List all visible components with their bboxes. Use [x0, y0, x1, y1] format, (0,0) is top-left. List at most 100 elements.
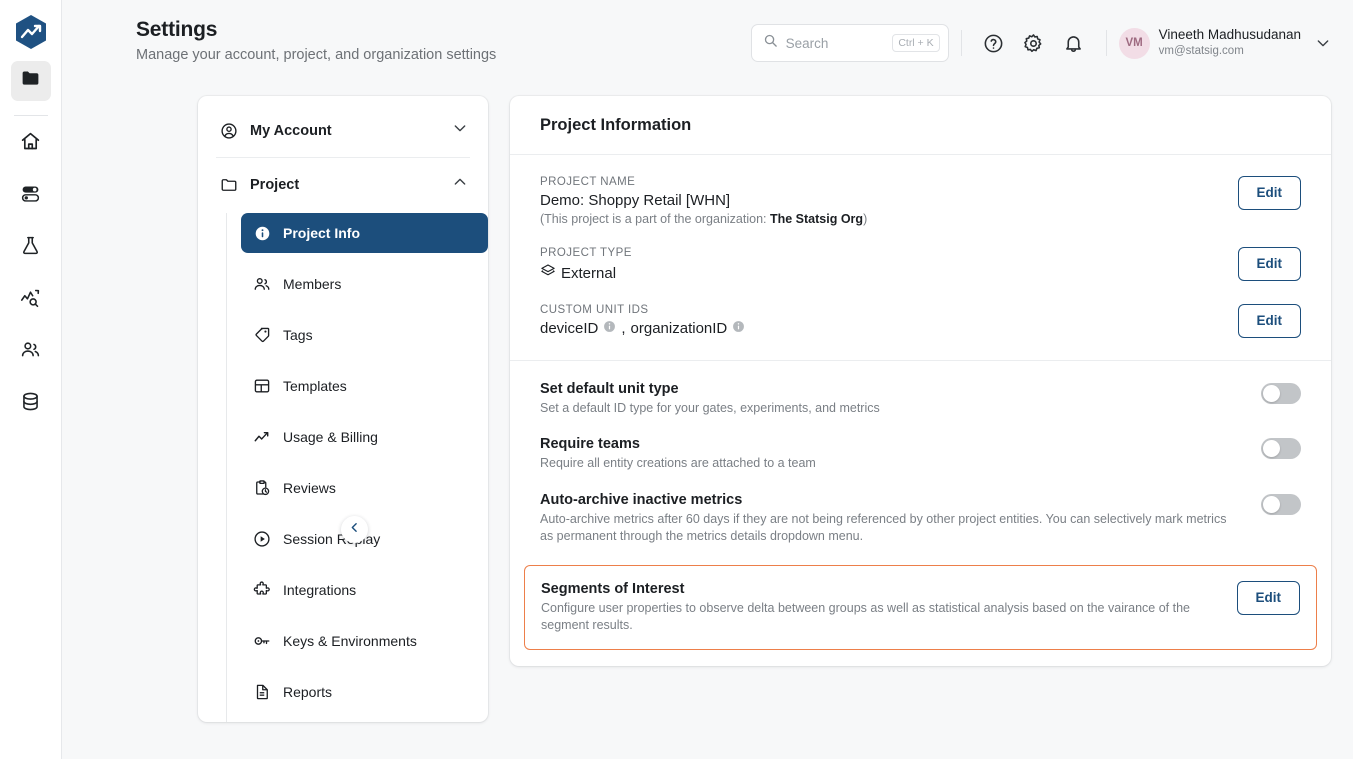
search-shortcut-badge: Ctrl + K [892, 34, 940, 52]
project-information-card: Project Information PROJECT NAME Demo: S… [510, 96, 1331, 666]
header-titles: Settings Manage your account, project, a… [136, 18, 751, 63]
rail-nav-group [11, 124, 51, 424]
sidebar-item-label: Reports [283, 684, 333, 700]
header-actions: Search Ctrl + K VM Vineeth Madhusudanan [750, 18, 1331, 62]
main-column: Settings Manage your account, project, a… [62, 0, 1353, 759]
edit-segments-of-interest-button[interactable]: Edit [1236, 581, 1300, 615]
sidebar-item-label: Project Info [283, 225, 361, 241]
info-filled-icon[interactable] [732, 320, 745, 337]
user-info[interactable]: Vineeth Madhusudanan vm@statsig.com [1159, 27, 1301, 58]
setting-row-segments-of-interest: Segments of Interest Configure user prop… [524, 565, 1317, 650]
sidebar-item-label: Tags [283, 327, 313, 343]
sidebar-item-integrations[interactable]: Integrations [241, 570, 488, 610]
people-icon [253, 275, 271, 293]
user-name: Vineeth Madhusudanan [1158, 27, 1301, 43]
sidebar-item-reviews[interactable]: Reviews [241, 468, 488, 508]
toggle-auto-archive[interactable] [1261, 494, 1301, 516]
rail-divider [13, 115, 48, 116]
sidebar-item-label: Keys & Environments [283, 633, 417, 649]
tag-icon [253, 326, 271, 344]
gear-icon[interactable] [1019, 28, 1049, 58]
sidebar-item-tags[interactable]: Tags [241, 315, 488, 355]
sidebar-item-keys-environments[interactable]: Keys & Environments [241, 621, 488, 661]
setting-title: Segments of Interest [541, 581, 685, 597]
database-icon [20, 391, 41, 417]
bell-icon[interactable] [1059, 28, 1089, 58]
sidebar-item-templates[interactable]: Templates [241, 366, 488, 406]
user-circle-icon [220, 122, 238, 140]
trending-up-icon [253, 428, 271, 446]
rail-item-experiments[interactable] [11, 228, 51, 268]
nav-project-label: Project [250, 176, 300, 193]
layout-template-icon [253, 377, 271, 395]
chevron-down-icon[interactable] [452, 120, 468, 141]
rail-item-metrics[interactable] [11, 280, 51, 320]
page-subtitle: Manage your account, project, and organi… [136, 47, 497, 63]
setting-row-default-unit-type: Set default unit type Set a default ID t… [510, 361, 1331, 417]
toggle-knob [1263, 440, 1280, 458]
search-input[interactable]: Search Ctrl + K [750, 24, 949, 62]
metrics-chart-icon [20, 287, 41, 313]
edit-project-type-button[interactable]: Edit [1237, 247, 1301, 281]
sidebar-item-label: Reviews [283, 480, 336, 496]
rail-item-feature-gates[interactable] [11, 176, 51, 216]
sidebar-item-reports[interactable]: Reports [241, 672, 488, 712]
nav-my-account-label: My Account [250, 122, 332, 139]
settings-nav-card: My Account Project Project Info Members … [198, 96, 488, 722]
collapse-sidebar-button[interactable] [341, 516, 368, 543]
layers-icon [540, 263, 556, 283]
rail-item-data[interactable] [11, 384, 51, 424]
organization-name: The Statsig Org [769, 212, 864, 226]
setting-description: Configure user properties to observe del… [541, 601, 1190, 632]
chevron-left-icon [348, 521, 361, 539]
rail-item-projects[interactable] [10, 61, 51, 101]
info-circle-icon [253, 224, 271, 242]
setting-title: Set default unit type [540, 380, 679, 397]
document-icon [253, 683, 271, 701]
toggle-knob [1263, 496, 1280, 514]
clipboard-clock-icon [253, 479, 271, 497]
chevron-up-icon[interactable] [452, 174, 468, 195]
help-circle-icon[interactable] [979, 28, 1009, 58]
setting-description: Auto-archive metrics after 60 days if th… [540, 512, 1227, 544]
header-divider-1 [960, 30, 962, 56]
icon-rail [0, 0, 62, 759]
unit-id-value: organizationID [630, 320, 728, 337]
unit-id-value: deviceID [540, 320, 599, 337]
setting-title: Require teams [540, 436, 640, 453]
key-icon [253, 632, 271, 650]
edit-custom-unit-ids-button[interactable]: Edit [1237, 304, 1301, 338]
sidebar-item-usage-billing[interactable]: Usage & Billing [241, 417, 488, 457]
nav-section-project[interactable]: Project [198, 158, 488, 211]
info-filled-icon[interactable] [603, 320, 616, 337]
setting-description: Set a default ID type for your gates, ex… [540, 400, 880, 415]
edit-project-name-button[interactable]: Edit [1237, 176, 1301, 210]
field-custom-unit-ids: CUSTOM UNIT IDS deviceID , organizationI… [510, 283, 1331, 338]
people-icon [20, 339, 41, 365]
toggle-require-teams[interactable] [1261, 438, 1301, 460]
toggle-default-unit-type[interactable] [1261, 382, 1301, 404]
toggle-knob [1263, 384, 1280, 402]
setting-row-auto-archive: Auto-archive inactive metrics Auto-archi… [510, 472, 1331, 545]
nav-section-my-account[interactable]: My Account [198, 104, 488, 157]
folder-icon [20, 68, 41, 94]
page-header: Settings Manage your account, project, a… [62, 0, 1353, 88]
rail-item-audiences[interactable] [11, 332, 51, 372]
app-root: Settings Manage your account, project, a… [0, 0, 1353, 759]
sidebar-item-label: Templates [283, 378, 347, 394]
rail-item-home[interactable] [11, 124, 51, 164]
folder-icon [220, 176, 238, 194]
field-project-name: PROJECT NAME Demo: Shoppy Retail [WHN] (… [510, 155, 1331, 226]
puzzle-piece-icon [253, 581, 271, 599]
sidebar-item-members[interactable]: Members [241, 264, 488, 304]
header-divider-2 [1105, 30, 1107, 56]
chevron-down-icon[interactable] [1315, 35, 1331, 51]
sidebar-item-project-info[interactable]: Project Info [241, 213, 488, 253]
avatar[interactable]: VM [1118, 27, 1150, 59]
sidebar-item-label: Integrations [283, 582, 357, 598]
statsig-hex-logo[interactable] [12, 13, 50, 51]
unit-ids-row: deviceID , organizationID [540, 320, 1222, 337]
card-title: Project Information [510, 96, 1331, 155]
field-value-row: External [540, 263, 1222, 283]
settings-body: My Account Project Project Info Members … [62, 88, 1353, 759]
